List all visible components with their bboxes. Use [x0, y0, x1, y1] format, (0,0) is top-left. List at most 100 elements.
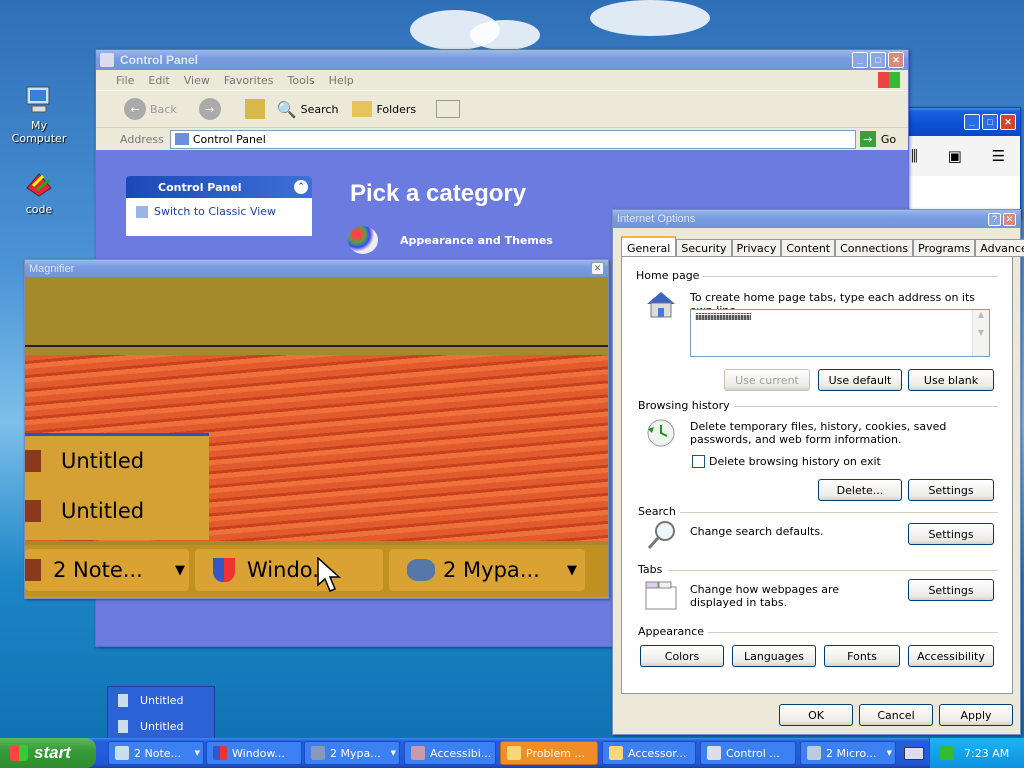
task-label: Problem ...: [526, 746, 585, 760]
taskbar-item-notepad[interactable]: 2 Note... ▼: [108, 741, 204, 765]
network-icon[interactable]: [940, 746, 954, 760]
maximize-button[interactable]: □: [982, 114, 998, 130]
delete-button[interactable]: Delete...: [818, 479, 902, 501]
dialog-close-button[interactable]: ✕: [1003, 212, 1016, 226]
magnifier-close-button[interactable]: ✕: [591, 262, 604, 275]
history-settings-button[interactable]: Settings: [908, 479, 994, 501]
magnified-view: Untitled Untitled 2 Note... ▼ Windo... 2…: [25, 277, 608, 597]
accessibility-icon: [411, 746, 425, 760]
apply-button[interactable]: Apply: [939, 704, 1013, 726]
magnified-taskbar: 2 Note... ▼ Windo... 2 Mypa... ▼: [25, 545, 608, 597]
taskbar-item-mypaint[interactable]: 2 Mypa... ▼: [304, 741, 400, 765]
magnifier-titlebar[interactable]: Magnifier ✕: [25, 260, 608, 277]
search-icon[interactable]: 🔍: [277, 100, 297, 119]
cloud: [470, 20, 540, 50]
collapse-icon[interactable]: ⌃: [294, 180, 308, 194]
magnified-menu-item: Untitled: [25, 486, 209, 536]
desktop-icon-code[interactable]: code: [3, 168, 75, 216]
delete-on-exit-checkbox[interactable]: Delete browsing history on exit: [692, 455, 881, 468]
switch-view-icon: [136, 205, 148, 218]
group-divider: [678, 512, 998, 513]
internet-options-titlebar[interactable]: Internet Options ? ✕: [613, 210, 1020, 228]
search-settings-button[interactable]: Settings: [908, 523, 994, 545]
maximize-button[interactable]: □: [870, 52, 886, 68]
taskbar-item-accessibility[interactable]: Accessibi...: [404, 741, 496, 765]
control-panel-titlebar[interactable]: Control Panel _ □ ✕: [96, 50, 908, 70]
accessibility-button[interactable]: Accessibility: [908, 645, 994, 667]
search-button[interactable]: Search: [301, 103, 339, 116]
menu-help[interactable]: Help: [329, 74, 354, 87]
use-current-button[interactable]: Use current: [724, 369, 810, 391]
tab-advanced[interactable]: Advanced: [975, 239, 1024, 257]
keyboard-icon[interactable]: [904, 747, 924, 760]
control-panel-icon: [707, 746, 721, 760]
library-icon[interactable]: ⫼: [911, 147, 918, 165]
taskbar-item-accessories[interactable]: Accessor...: [602, 741, 696, 765]
task-label: 2 Micro...: [826, 746, 877, 760]
menu-edit[interactable]: Edit: [148, 74, 169, 87]
use-default-button[interactable]: Use default: [818, 369, 902, 391]
switch-classic-view-link[interactable]: Switch to Classic View: [126, 198, 312, 218]
popup-menu-item[interactable]: Untitled: [108, 687, 214, 713]
folders-icon[interactable]: [352, 101, 373, 117]
menu-file[interactable]: File: [116, 74, 134, 87]
taskbar-item-windows[interactable]: Window...: [206, 741, 302, 765]
tab-security[interactable]: Security: [676, 239, 732, 257]
general-tab-page: Home page To create home page tabs, type…: [621, 256, 1013, 694]
checkbox-box[interactable]: [692, 455, 705, 468]
tab-general[interactable]: General: [621, 236, 677, 258]
minimize-button[interactable]: _: [964, 114, 980, 130]
textbox-scrollbar[interactable]: ▲ ▼: [972, 310, 989, 356]
taskbar-item-problem[interactable]: Problem ...: [500, 741, 598, 765]
close-button[interactable]: ✕: [888, 52, 904, 68]
home-page-textbox[interactable]: iiiiiiiiiiiiiiiiiiiiiiiiiiiiiiiiiiiii ▲ ▼: [690, 309, 990, 357]
ok-button[interactable]: OK: [779, 704, 853, 726]
tab-programs[interactable]: Programs: [913, 239, 976, 257]
taskbar-item-microsoft[interactable]: 2 Micro... ▼: [800, 741, 896, 765]
languages-button[interactable]: Languages: [732, 645, 816, 667]
menu-tools[interactable]: Tools: [288, 74, 315, 87]
popup-menu-item[interactable]: Untitled: [108, 713, 214, 739]
popup-item-label: Untitled: [140, 693, 184, 707]
start-button[interactable]: start: [0, 738, 96, 768]
close-button[interactable]: ✕: [1000, 114, 1016, 130]
popup-item-label: Untitled: [140, 719, 184, 733]
tab-strip: General Security Privacy Content Connect…: [621, 236, 1024, 258]
views-icon[interactable]: [436, 100, 461, 118]
minimize-button[interactable]: _: [852, 52, 868, 68]
note-icon: [118, 719, 128, 733]
side-panel-header[interactable]: Control Panel ⌃: [126, 176, 312, 198]
help-button[interactable]: ?: [988, 212, 1001, 226]
sidebar-icon[interactable]: ▣: [948, 147, 962, 165]
tabs-settings-button[interactable]: Settings: [908, 579, 994, 601]
task-label: Accessor...: [628, 746, 687, 760]
task-label: Window...: [232, 746, 285, 760]
clock[interactable]: 7:23 AM: [964, 747, 1009, 760]
desktop-icon-my-computer[interactable]: My Computer: [3, 84, 75, 145]
address-input[interactable]: Control Panel: [169, 129, 856, 149]
menu-favorites[interactable]: Favorites: [224, 74, 274, 87]
tabs-window-icon: [645, 581, 677, 610]
task-label: Control ...: [726, 746, 780, 760]
fonts-button[interactable]: Fonts: [824, 645, 900, 667]
colors-button[interactable]: Colors: [640, 645, 724, 667]
cancel-button[interactable]: Cancel: [859, 704, 933, 726]
tab-content[interactable]: Content: [781, 239, 836, 257]
menu-icon[interactable]: ☰: [992, 147, 1005, 165]
tab-connections[interactable]: Connections: [835, 239, 914, 257]
category-appearance-themes[interactable]: Appearance and Themes: [348, 226, 553, 254]
magnified-task-label: 2 Note...: [53, 558, 143, 582]
go-icon[interactable]: →: [859, 131, 876, 147]
taskbar-item-control-panel[interactable]: Control ...: [700, 741, 796, 765]
use-blank-button[interactable]: Use blank: [908, 369, 994, 391]
back-button[interactable]: Back: [150, 103, 177, 116]
up-folder-icon[interactable]: [244, 99, 265, 119]
windows-flag-icon: [10, 745, 28, 761]
tab-privacy[interactable]: Privacy: [731, 239, 782, 257]
forward-icon[interactable]: →: [198, 98, 221, 120]
folders-button[interactable]: Folders: [376, 103, 416, 116]
menu-view[interactable]: View: [184, 74, 210, 87]
taskbar: start 2 Note... ▼ Window... 2 Mypa... ▼ …: [0, 738, 1024, 768]
back-icon[interactable]: ←: [124, 98, 146, 120]
go-button[interactable]: Go: [881, 133, 896, 146]
